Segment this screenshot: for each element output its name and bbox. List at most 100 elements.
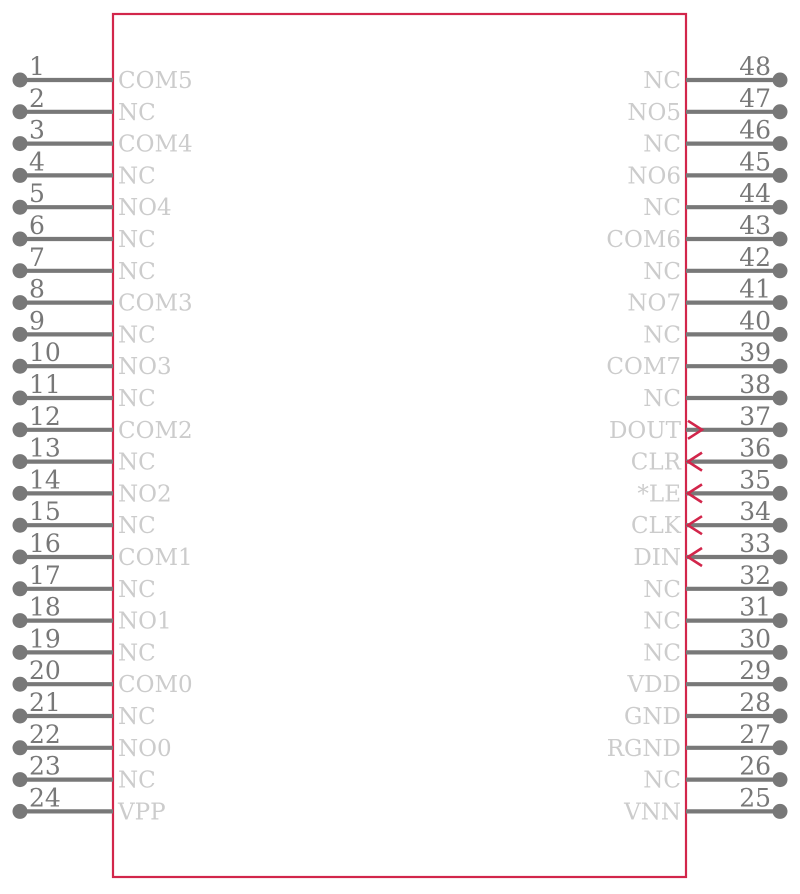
pin-number: 36 bbox=[739, 434, 771, 463]
pin-terminal-dot[interactable] bbox=[772, 263, 788, 279]
pin-terminal-dot[interactable] bbox=[772, 549, 788, 565]
pin-terminal-dot[interactable] bbox=[772, 295, 788, 311]
pin-terminal-dot[interactable] bbox=[12, 454, 28, 470]
pin-label: NC bbox=[643, 68, 681, 94]
pin-terminal-dot[interactable] bbox=[12, 231, 28, 247]
pin-label: NC bbox=[643, 609, 681, 635]
pin-number: 29 bbox=[739, 656, 771, 685]
pin-label: NC bbox=[118, 450, 156, 476]
ic-body-outline bbox=[111, 12, 688, 879]
pin-label: NC bbox=[118, 704, 156, 730]
pin-terminal-dot[interactable] bbox=[772, 231, 788, 247]
pin-label: COM3 bbox=[118, 291, 193, 317]
pin-terminal-dot[interactable] bbox=[12, 326, 28, 342]
pin-terminal-dot[interactable] bbox=[772, 613, 788, 629]
pin-terminal-dot[interactable] bbox=[772, 740, 788, 756]
pin-terminal-dot[interactable] bbox=[12, 644, 28, 660]
pin-label: VPP bbox=[117, 799, 166, 825]
pin-terminal-dot[interactable] bbox=[12, 485, 28, 501]
pin-terminal-dot[interactable] bbox=[12, 613, 28, 629]
pin-label: NC bbox=[118, 386, 156, 412]
pin-terminal-dot[interactable] bbox=[772, 485, 788, 501]
pin-label: NC bbox=[118, 513, 156, 539]
pin-terminal-dot[interactable] bbox=[12, 199, 28, 215]
pin-label: NC bbox=[118, 227, 156, 253]
pin-label: NO5 bbox=[627, 100, 681, 126]
pin-label: NC bbox=[643, 768, 681, 794]
pin-terminal-dot[interactable] bbox=[12, 104, 28, 120]
pin-label: NC bbox=[118, 100, 156, 126]
pin-label: NO3 bbox=[118, 354, 172, 380]
pin-number: 20 bbox=[29, 656, 61, 685]
pin-terminal-dot[interactable] bbox=[12, 803, 28, 819]
pin-terminal-dot[interactable] bbox=[772, 517, 788, 533]
pin-terminal-dot[interactable] bbox=[12, 72, 28, 88]
pin-label: NC bbox=[643, 259, 681, 285]
pin-number: 4 bbox=[29, 147, 45, 176]
pin-number: 38 bbox=[739, 370, 771, 399]
pin-number: 8 bbox=[29, 275, 45, 304]
pin-number: 46 bbox=[739, 116, 771, 145]
pin-label: COM0 bbox=[118, 672, 193, 698]
pin-number: 39 bbox=[739, 338, 771, 367]
pin-number: 21 bbox=[29, 688, 61, 717]
pin-number: 7 bbox=[29, 243, 45, 272]
pin-terminal-dot[interactable] bbox=[12, 358, 28, 374]
pin-terminal-dot[interactable] bbox=[772, 72, 788, 88]
pin-number: 27 bbox=[739, 720, 771, 749]
pin-terminal-dot[interactable] bbox=[772, 803, 788, 819]
pin-terminal-dot[interactable] bbox=[12, 549, 28, 565]
pin-number: 47 bbox=[739, 84, 771, 113]
pin-number: 11 bbox=[29, 370, 61, 399]
pin-terminal-dot[interactable] bbox=[772, 581, 788, 597]
pin-terminal-dot[interactable] bbox=[12, 740, 28, 756]
pin-label: NC bbox=[643, 577, 681, 603]
pin-number: 23 bbox=[29, 752, 61, 781]
pin-terminal-dot[interactable] bbox=[12, 517, 28, 533]
pin-label: NC bbox=[118, 640, 156, 666]
pin-label: CLK bbox=[631, 513, 682, 539]
pin-number: 40 bbox=[739, 306, 771, 335]
pin-terminal-dot[interactable] bbox=[772, 422, 788, 438]
pin-number: 2 bbox=[29, 84, 45, 113]
pin-terminal-dot[interactable] bbox=[12, 708, 28, 724]
pin-terminal-dot[interactable] bbox=[12, 581, 28, 597]
pin-terminal-dot[interactable] bbox=[772, 708, 788, 724]
pin-terminal-dot[interactable] bbox=[12, 676, 28, 692]
pin-terminal-dot[interactable] bbox=[772, 358, 788, 374]
pin-number: 24 bbox=[29, 783, 61, 812]
pin-number: 34 bbox=[739, 497, 771, 526]
pin-number: 9 bbox=[29, 306, 45, 335]
pin-number: 28 bbox=[739, 688, 771, 717]
pin-terminal-dot[interactable] bbox=[12, 136, 28, 152]
pin-number: 18 bbox=[29, 593, 61, 622]
pin-terminal-dot[interactable] bbox=[772, 454, 788, 470]
pin-terminal-dot[interactable] bbox=[12, 422, 28, 438]
pin-terminal-dot[interactable] bbox=[12, 295, 28, 311]
pin-label: NO7 bbox=[627, 291, 681, 317]
pin-terminal-dot[interactable] bbox=[772, 199, 788, 215]
pin-terminal-dot[interactable] bbox=[12, 263, 28, 279]
pin-terminal-dot[interactable] bbox=[772, 772, 788, 788]
pin-label: NC bbox=[643, 640, 681, 666]
pin-terminal-dot[interactable] bbox=[772, 326, 788, 342]
pin-number: 48 bbox=[739, 52, 771, 81]
pin-label: NC bbox=[643, 386, 681, 412]
pin-terminal-dot[interactable] bbox=[772, 644, 788, 660]
pin-label: NC bbox=[118, 577, 156, 603]
pin-number: 17 bbox=[29, 561, 61, 590]
pin-number: 35 bbox=[739, 465, 771, 494]
pin-terminal-dot[interactable] bbox=[12, 167, 28, 183]
pin-terminal-dot[interactable] bbox=[772, 676, 788, 692]
pin-terminal-dot[interactable] bbox=[772, 167, 788, 183]
pin-number: 45 bbox=[739, 147, 771, 176]
pin-terminal-dot[interactable] bbox=[772, 104, 788, 120]
pin-terminal-dot[interactable] bbox=[772, 390, 788, 406]
pin-number: 15 bbox=[29, 497, 61, 526]
pin-terminal-dot[interactable] bbox=[12, 390, 28, 406]
pin-label: COM6 bbox=[606, 227, 681, 253]
pin-terminal-dot[interactable] bbox=[12, 772, 28, 788]
pin-label: NC bbox=[118, 768, 156, 794]
pin-terminal-dot[interactable] bbox=[772, 136, 788, 152]
pin-number: 37 bbox=[739, 402, 771, 431]
